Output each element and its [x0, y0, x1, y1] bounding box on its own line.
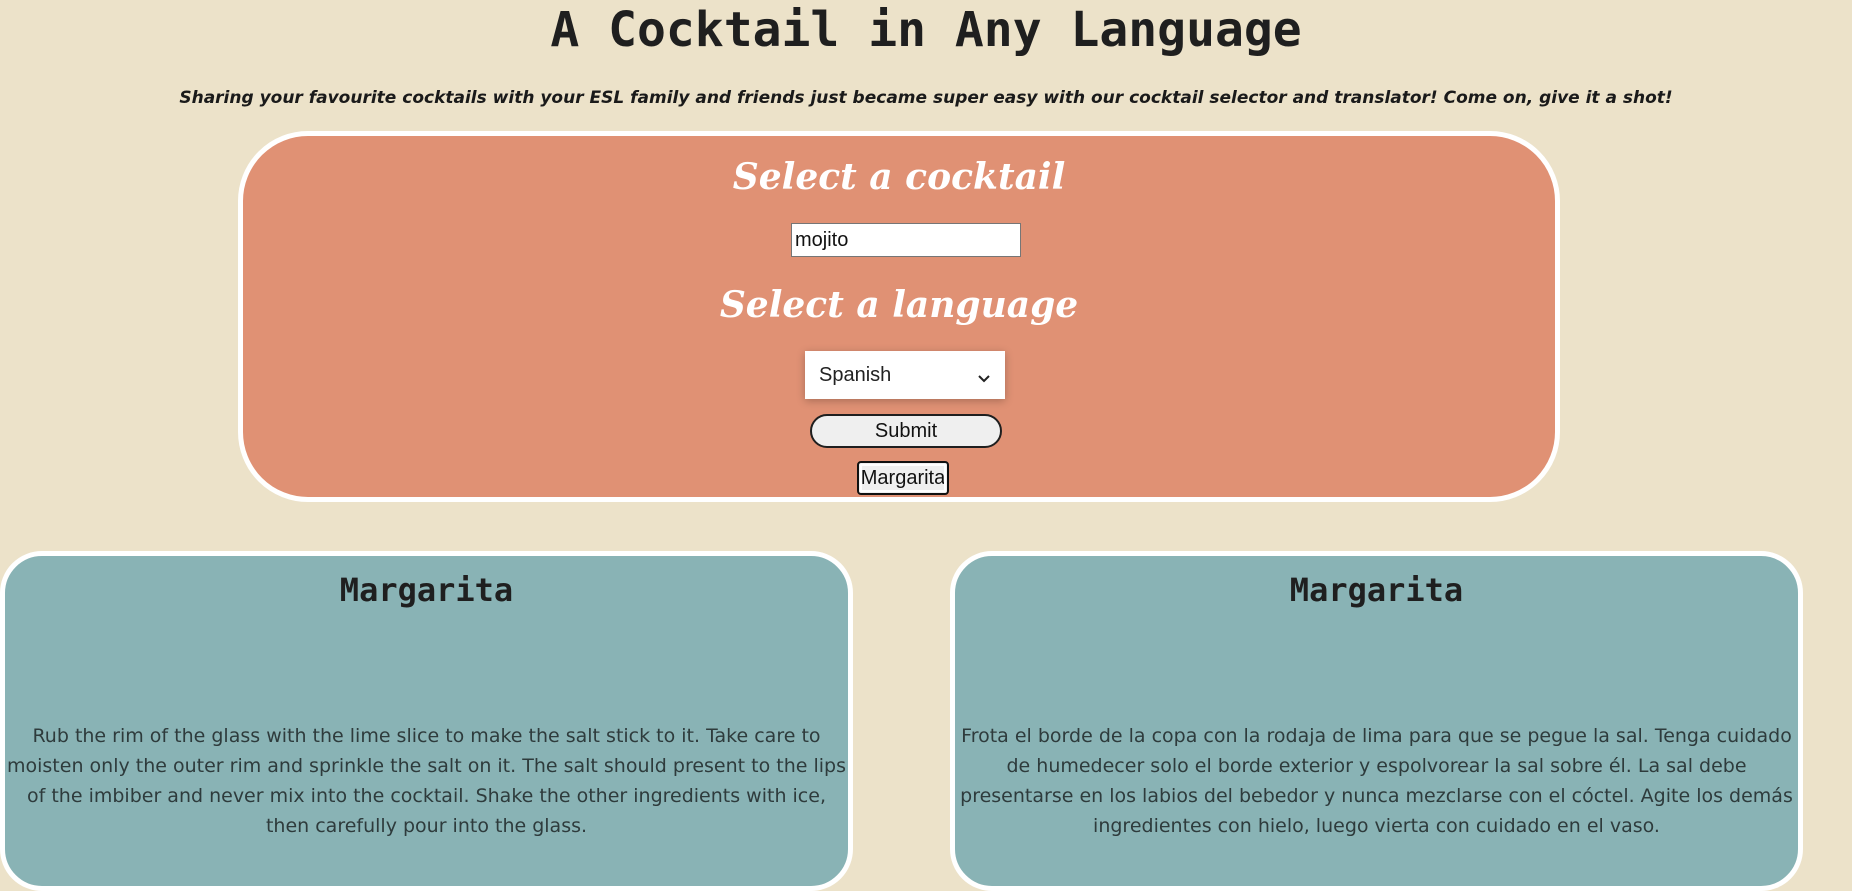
translated-recipe-card: Margarita Frota el borde de la copa con … — [950, 551, 1803, 891]
translated-card-title: Margarita — [1289, 571, 1464, 609]
cocktail-heading: Select a cocktail — [732, 156, 1066, 198]
original-card-instructions: Rub the rim of the glass with the lime s… — [7, 725, 846, 837]
history-cocktail-button[interactable]: Margarita — [857, 461, 949, 495]
translated-card-instructions: Frota el borde de la copa con la rodaja … — [960, 725, 1793, 837]
original-card-title: Margarita — [339, 571, 514, 609]
language-heading: Select a language — [719, 284, 1079, 326]
tagline: Sharing your favourite cocktails with yo… — [179, 88, 1673, 108]
original-recipe-card: Margarita Rub the rim of the glass with … — [0, 551, 853, 891]
language-select-value: Spanish — [819, 363, 892, 386]
chevron-down-icon — [977, 368, 991, 383]
selector-panel: Select a cocktail Select a language Span… — [238, 131, 1560, 502]
language-select[interactable]: Spanish — [805, 351, 1005, 399]
page-title: A Cocktail in Any Language — [550, 2, 1302, 58]
submit-button[interactable]: Submit — [810, 414, 1002, 448]
cocktail-input[interactable] — [791, 223, 1021, 257]
